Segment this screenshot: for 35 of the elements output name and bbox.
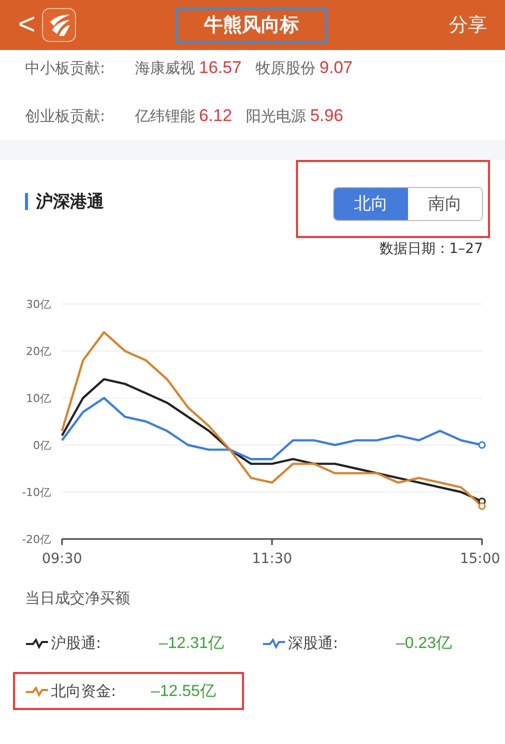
stock-value: 16.57 (199, 58, 242, 78)
y-axis-label: 20亿 (26, 345, 51, 358)
stock-value: 6.12 (199, 106, 232, 126)
section-title: 沪深港通 (36, 191, 104, 213)
legend-label: 深股通: (288, 634, 340, 652)
board-label: 创业板贡献: (25, 106, 106, 126)
stock-name: 阳光电源 (246, 106, 306, 126)
direction-tab[interactable]: 北向 (334, 188, 408, 220)
legend-label: 北向资金: (51, 682, 118, 700)
x-axis-label: 09:30 (42, 551, 82, 567)
net-buy-value: –12.55亿 (151, 682, 216, 702)
endpoint-marker (478, 441, 486, 449)
y-axis-label: 0亿 (33, 439, 51, 452)
y-axis-label: 30亿 (26, 298, 51, 311)
net-buy-value: –12.31亿 (159, 634, 224, 654)
accent-bar (25, 193, 28, 210)
back-button[interactable]: < (18, 10, 40, 40)
board-label: 中小板贡献: (25, 58, 106, 78)
x-axis-label: 15:00 (460, 551, 500, 567)
stock-value: 9.07 (320, 58, 353, 78)
net-buy-value: –0.23亿 (396, 634, 452, 654)
page-title: 牛熊风向标 (204, 13, 299, 38)
stock-name: 海康威视 (135, 58, 195, 78)
summary-title: 当日成交净买额 (24, 589, 131, 609)
data-date: 数据日期：1–27 (379, 240, 483, 258)
share-button[interactable]: 分享 (449, 12, 487, 38)
stock-name: 亿纬锂能 (135, 106, 195, 126)
y-axis-label: -10亿 (22, 486, 51, 499)
app-logo-icon (42, 8, 76, 42)
y-axis-label: -20亿 (22, 533, 51, 546)
legend-label: 沪股通: (51, 634, 102, 652)
y-axis-label: 10亿 (26, 392, 51, 405)
x-axis-label: 11:30 (252, 551, 292, 567)
stock-value: 5.96 (310, 106, 344, 126)
stock-name: 牧原股份 (256, 58, 316, 78)
